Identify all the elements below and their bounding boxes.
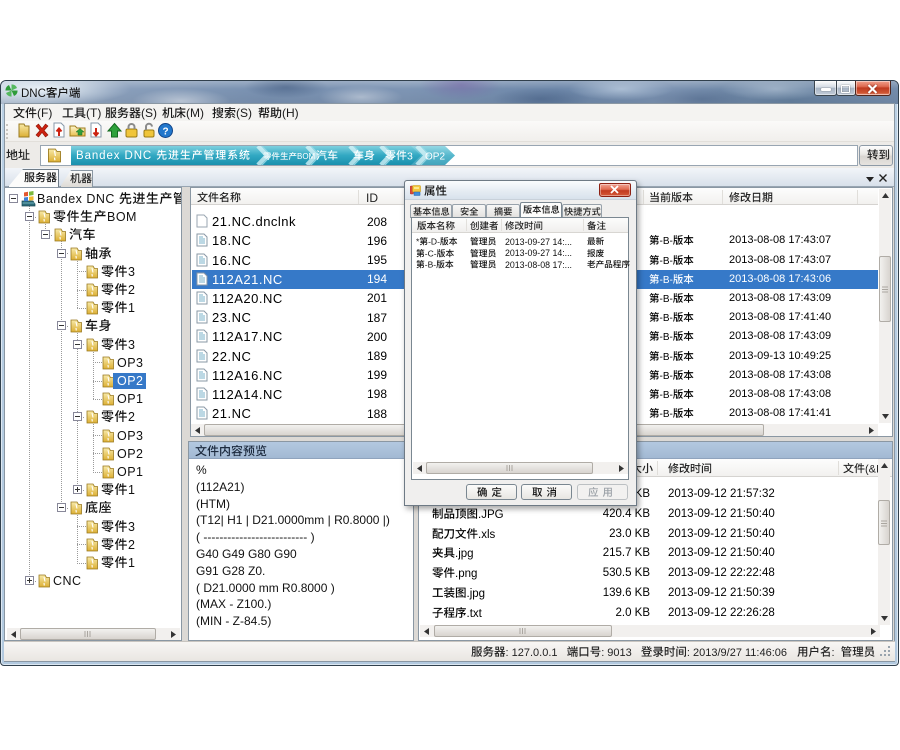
svg-text:(M): (M) xyxy=(186,106,204,120)
svg-text:1: 1 xyxy=(128,483,135,497)
svg-text:-D-: -D- xyxy=(428,237,440,247)
svg-text:3: 3 xyxy=(128,338,135,352)
svg-text:: 9013: : 9013 xyxy=(601,647,632,659)
svg-text::: : xyxy=(831,647,834,659)
svg-text:CNC: CNC xyxy=(53,574,82,588)
svg-text:: 2013/9/27 11:46:06: : 2013/9/27 11:46:06 xyxy=(687,647,787,659)
svg-text:-B-: -B- xyxy=(660,313,673,324)
svg-text:2: 2 xyxy=(128,538,135,552)
svg-text:2: 2 xyxy=(128,410,135,424)
svg-text:?: ? xyxy=(162,127,168,138)
svg-text:OP2: OP2 xyxy=(425,151,445,162)
svg-text:1: 1 xyxy=(128,301,135,315)
svg-text:3: 3 xyxy=(128,520,135,534)
svg-text:-B-: -B- xyxy=(660,294,673,305)
svg-text:-B-: -B- xyxy=(660,255,673,266)
svg-text:Bandex DNC: Bandex DNC xyxy=(37,192,115,206)
svg-text:.png: .png xyxy=(455,568,477,580)
svg-text:OP1: OP1 xyxy=(117,465,144,479)
svg-text:.JPG: .JPG xyxy=(478,509,504,521)
svg-text:: 127.0.0.1: : 127.0.0.1 xyxy=(505,647,557,659)
svg-text:3: 3 xyxy=(128,265,135,279)
svg-text:(F): (F) xyxy=(37,106,52,120)
svg-text:-B-: -B- xyxy=(660,409,673,420)
svg-text:*: * xyxy=(416,237,420,247)
svg-text:(H): (H) xyxy=(282,106,299,120)
svg-text:DNC: DNC xyxy=(21,87,46,99)
svg-text:.jpg: .jpg xyxy=(467,588,486,600)
svg-text:-B-: -B- xyxy=(660,351,673,362)
svg-text:OP2: OP2 xyxy=(117,374,144,388)
svg-text:(S): (S) xyxy=(141,106,157,120)
svg-text:BOM: BOM xyxy=(107,210,137,224)
svg-text:.txt: .txt xyxy=(467,608,483,620)
svg-text:OP3: OP3 xyxy=(117,356,144,370)
svg-text:-B-: -B- xyxy=(660,236,673,247)
svg-text:OP2: OP2 xyxy=(117,447,144,461)
svg-text:.jpg: .jpg xyxy=(455,548,474,560)
svg-text:1: 1 xyxy=(128,556,135,570)
svg-text:(&I: (&I xyxy=(865,463,879,475)
svg-text:(S): (S) xyxy=(236,106,252,120)
svg-text:-B-: -B- xyxy=(660,275,673,286)
svg-text:2: 2 xyxy=(128,283,135,297)
svg-text:OP1: OP1 xyxy=(117,392,144,406)
svg-text:-B-: -B- xyxy=(425,260,437,270)
svg-text:OP3: OP3 xyxy=(117,429,144,443)
svg-text:Bandex DNC: Bandex DNC xyxy=(76,150,152,162)
svg-text:BOM: BOM xyxy=(297,152,316,161)
svg-text:-B-: -B- xyxy=(660,332,673,343)
svg-text:(T): (T) xyxy=(86,106,101,120)
svg-text:3: 3 xyxy=(407,150,413,162)
svg-text:.xls: .xls xyxy=(478,528,496,540)
svg-text:-B-: -B- xyxy=(660,371,673,382)
svg-text:-B-: -B- xyxy=(660,390,673,401)
svg-text:-C-: -C- xyxy=(425,248,437,258)
